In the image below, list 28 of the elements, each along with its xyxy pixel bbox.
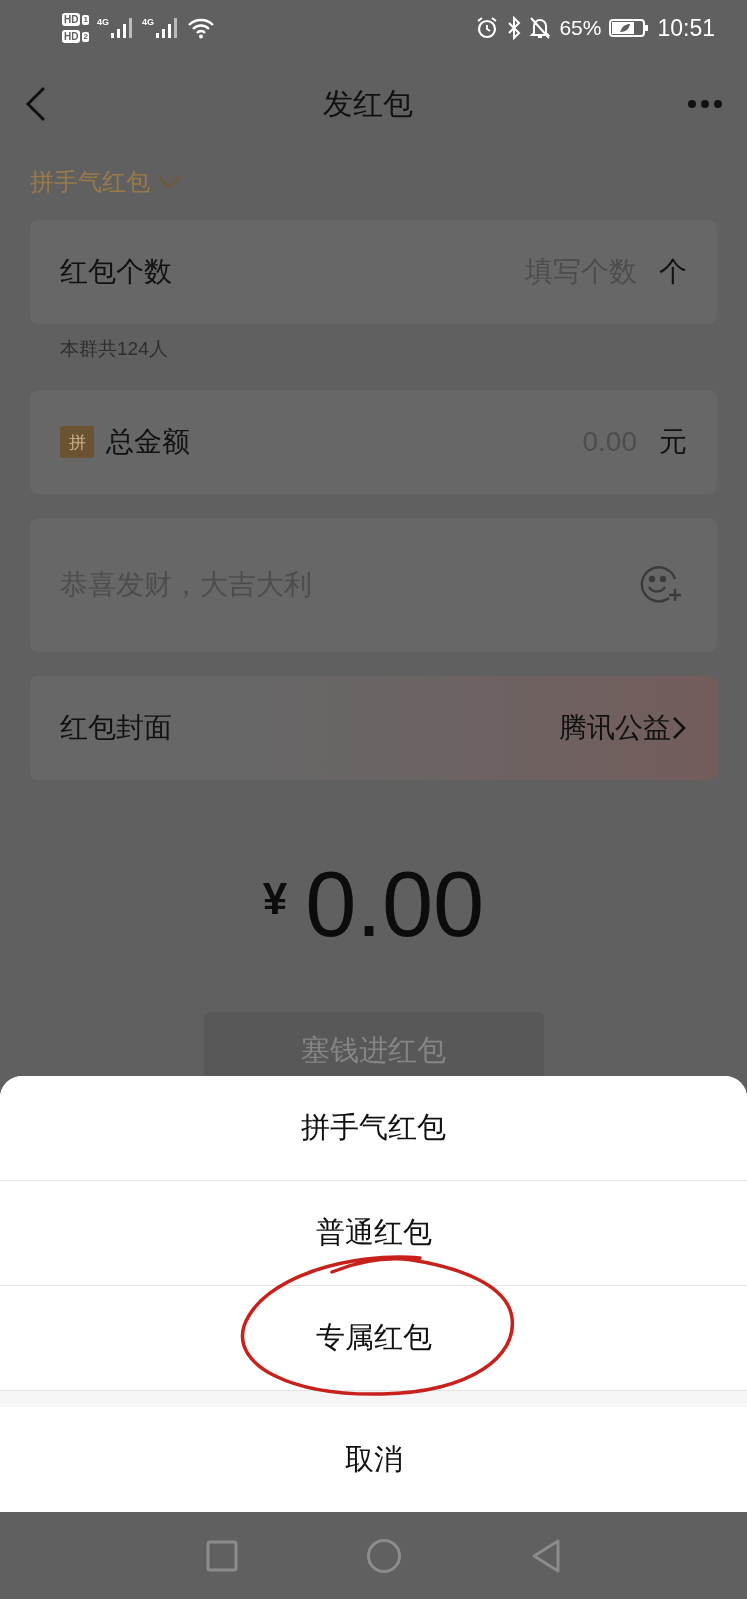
currency-symbol: ¥ [262,874,288,924]
sim-slot-label: 1 [82,14,89,25]
recents-icon[interactable] [205,1539,238,1572]
wifi-icon [186,17,215,39]
sim-slot-label: 2 [82,31,89,42]
battery-icon [609,18,650,38]
network-label: 4G [141,17,154,27]
unit-label: 个 [659,255,687,289]
unit-label: 元 [659,425,687,459]
hd-label: HD [62,13,81,26]
mode-badge: 拼 [60,426,94,458]
sheet-option[interactable]: 拼手气红包 [0,1076,747,1181]
back-icon[interactable] [24,84,48,124]
clock-time: 10:51 [657,14,715,42]
battery-percent: 65% [559,16,602,40]
field-label: 总金额 [106,425,190,459]
muted-bell-icon [529,16,552,40]
bluetooth-icon [507,16,522,40]
network-label: 4G [96,17,109,27]
signal-icon [154,17,179,39]
hd-label: HD [62,30,81,43]
more-icon[interactable] [687,98,723,110]
signal-icon [109,17,134,39]
page-title: 发红包 [322,85,413,122]
field-label: 红包个数 [60,255,172,289]
home-icon[interactable] [365,1537,402,1574]
chevron-down-icon [156,174,182,190]
total-amount: 0.00 [305,858,485,950]
